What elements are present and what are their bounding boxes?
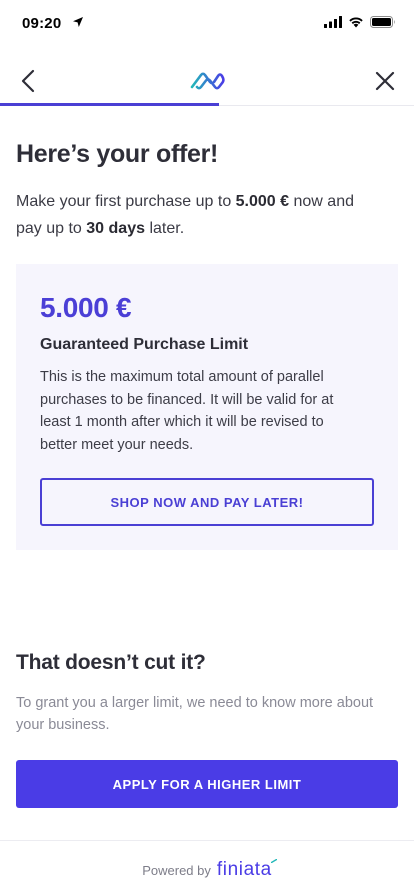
offer-limit-label: Guaranteed Purchase Limit [40, 336, 249, 353]
finiata-logo-icon [190, 72, 225, 90]
status-time: 09:20 [22, 15, 62, 32]
intro-amount: 5.000 € [235, 193, 290, 210]
back-arrow-icon[interactable] [14, 66, 44, 96]
shop-now-button[interactable]: SHOP NOW AND PAY LATER! [40, 478, 374, 526]
offer-description: This is the maximum total amount of para… [40, 369, 334, 453]
footer: Powered by finiata [0, 840, 414, 896]
finiata-brand-logo: finiata [216, 859, 277, 881]
status-indicators [324, 16, 396, 28]
offer-card: 5.000 € Guaranteed Purchase Limit This i… [16, 264, 398, 550]
status-bar: 09:20 [0, 0, 414, 48]
powered-by-text: Powered by [142, 863, 211, 878]
powered-by: Powered by finiata [0, 859, 414, 881]
page-title: Here’s your offer! [16, 140, 219, 168]
battery-icon [370, 16, 395, 28]
brand-accent-icon [270, 859, 277, 863]
intro-prefix: Make your first purchase up to [16, 193, 236, 210]
offer-intro: Make your first purchase up to 5.000 € n… [16, 188, 376, 242]
offer-amount: 5.000 € [40, 292, 132, 323]
location-arrow-icon [73, 17, 83, 27]
nav-bar [0, 56, 414, 106]
intro-suffix: later. [145, 220, 185, 237]
intro-days: 30 days [86, 220, 145, 237]
wifi-icon [349, 17, 363, 28]
step-progress-bar [0, 103, 220, 106]
apply-higher-limit-button[interactable]: APPLY FOR A HIGHER LIMIT [16, 760, 398, 808]
signal-icon [324, 16, 342, 28]
close-icon[interactable] [370, 66, 400, 96]
screen: 09:20 Here’s your offer! Make your first… [0, 0, 414, 896]
higher-limit-title: That doesn’t cut it? [16, 651, 206, 674]
higher-limit-text: To grant you a larger limit, we need to … [16, 695, 374, 733]
brand-name: finiata [216, 859, 272, 880]
